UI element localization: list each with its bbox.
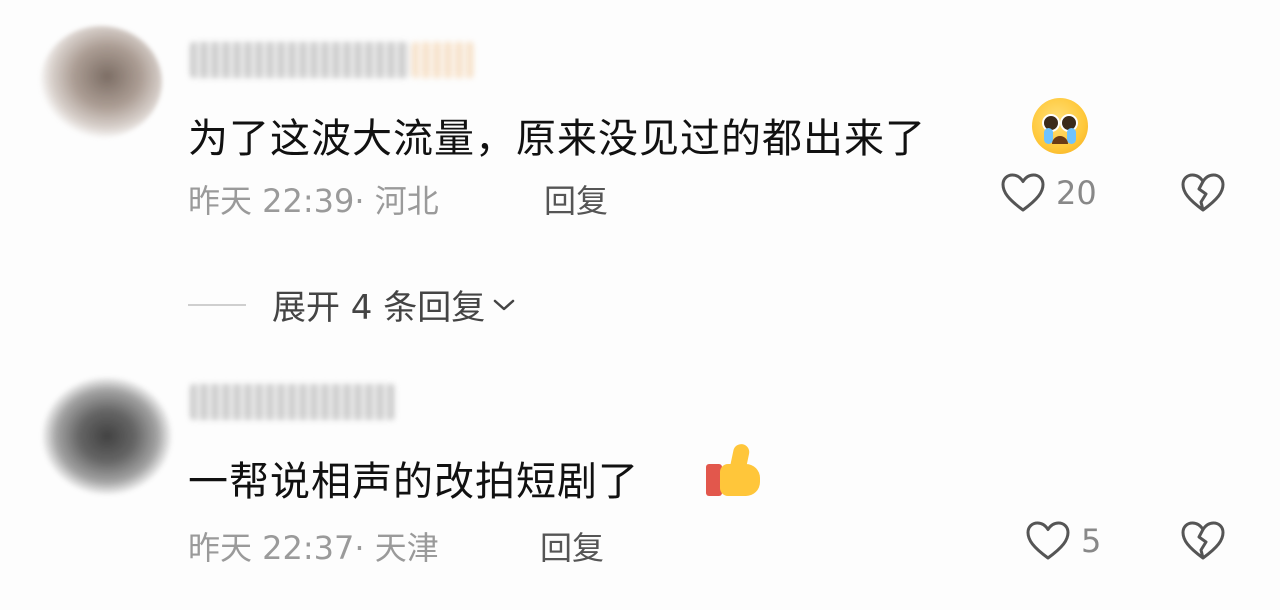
heart-outline-icon xyxy=(1001,173,1045,212)
comment-meta: 昨天 22:39· 河北 xyxy=(188,176,439,222)
comment-text: 一帮说相声的改拍短剧了 xyxy=(188,459,639,505)
avatar[interactable] xyxy=(42,377,172,495)
avatar[interactable] xyxy=(40,26,162,138)
chevron-down-icon xyxy=(494,299,515,310)
reply-button[interactable]: 回复 xyxy=(544,176,608,222)
like-count: 5 xyxy=(1081,522,1102,560)
meta-separator: · xyxy=(354,182,365,220)
broken-heart-icon xyxy=(1181,173,1225,212)
heart-outline-icon xyxy=(1026,521,1070,560)
username-blurred[interactable] xyxy=(190,42,410,78)
broken-heart-icon xyxy=(1181,521,1225,560)
comment-text: 为了这波大流量，原来没见过的都出来了 xyxy=(188,116,926,162)
comment-thread: 为了这波大流量，原来没见过的都出来了 昨天 22:39· 河北 回复 20 展开… xyxy=(0,0,1280,610)
expand-divider xyxy=(188,303,246,306)
like-button[interactable]: 5 xyxy=(1025,520,1101,562)
user-badge-blurred xyxy=(412,42,474,78)
timestamp: 昨天 22:37 xyxy=(188,529,355,567)
expand-replies-label: 展开 4 条回复 xyxy=(272,288,486,328)
dislike-button[interactable] xyxy=(1180,172,1226,218)
meta-separator: · xyxy=(354,529,365,567)
reply-button[interactable]: 回复 xyxy=(540,523,604,569)
thumbs-up-emoji xyxy=(706,442,764,500)
dislike-button[interactable] xyxy=(1180,520,1226,566)
timestamp: 昨天 22:39 xyxy=(188,182,355,220)
like-button[interactable]: 20 xyxy=(1000,172,1097,214)
expand-replies-button[interactable]: 展开 4 条回复 xyxy=(188,280,517,329)
location: 天津 xyxy=(374,529,439,567)
comment-meta: 昨天 22:37· 天津 xyxy=(188,523,439,569)
crying-face-emoji xyxy=(1032,98,1088,154)
location: 河北 xyxy=(374,182,439,220)
like-count: 20 xyxy=(1056,174,1097,212)
username-blurred[interactable] xyxy=(190,384,395,420)
